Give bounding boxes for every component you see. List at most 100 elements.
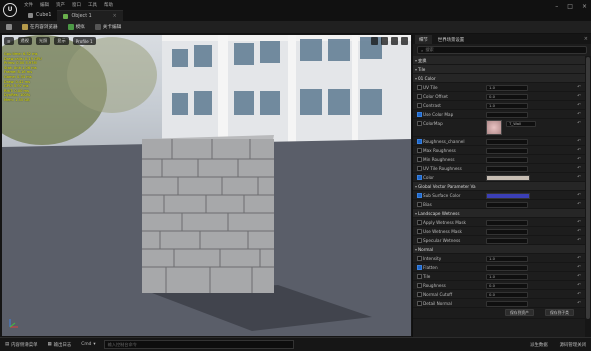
profile-button[interactable]: Profile 1 [72,37,96,45]
simulate-button[interactable]: 模拟 [66,23,87,32]
property-value-field[interactable] [486,156,528,163]
reset-icon[interactable]: ↶ [577,137,581,146]
menu-tools[interactable]: 工具 [88,2,97,9]
details-category[interactable]: ▾ 01 Color [413,74,585,83]
override-checkbox[interactable] [417,238,422,243]
save-to-asset-button[interactable]: 保存到资产 [505,309,534,316]
tab-cube[interactable]: Cube1 [22,10,57,21]
menu-edit[interactable]: 编辑 [40,2,49,9]
reset-icon[interactable]: ↶ [577,173,581,182]
reset-icon[interactable]: ↶ [577,200,581,209]
move-icon[interactable] [381,37,388,45]
close-window-icon[interactable]: × [582,3,587,10]
chevron-down-icon[interactable]: ▾ [415,74,417,83]
override-checkbox[interactable] [417,301,422,306]
override-checkbox[interactable] [417,193,422,198]
reset-icon[interactable]: ↶ [577,254,581,263]
chevron-down-icon[interactable]: ▾ [415,56,417,65]
tab-object[interactable]: Object 1 × [57,10,123,21]
property-value-field[interactable] [486,138,528,145]
perspective-button[interactable]: 透视 [17,37,32,45]
reset-icon[interactable]: ↶ [577,119,581,128]
save-button[interactable] [4,23,14,32]
details-search-input[interactable]: ⌕ 搜索 [417,46,587,54]
property-value-field[interactable] [486,264,528,271]
property-value-field[interactable] [486,165,528,172]
property-value-field[interactable]: 1.0 [486,102,528,109]
property-value-field[interactable] [486,201,528,208]
override-checkbox[interactable] [417,220,422,225]
override-checkbox[interactable] [417,94,422,99]
property-value-field[interactable]: 0.0 [486,291,528,298]
viewport[interactable]: ≡ 透视 光照 显示 Profile 1 Gpu time: 6.32 ms D… [2,35,411,336]
property-value-field[interactable] [486,111,528,118]
reset-icon[interactable]: ↶ [577,281,581,290]
menu-file[interactable]: 文件 [24,2,33,9]
override-checkbox[interactable] [417,202,422,207]
override-checkbox[interactable] [417,103,422,108]
scale-icon[interactable] [401,37,408,45]
details-scrollbar-thumb[interactable] [586,57,590,319]
close-icon[interactable]: × [584,36,588,42]
override-checkbox[interactable] [417,229,422,234]
menu-help[interactable]: 帮助 [104,2,113,9]
reset-icon[interactable]: ↶ [577,83,581,92]
details-category[interactable]: ▾ Landscape Wetness [413,209,585,218]
maximize-icon[interactable]: □ [567,3,573,10]
override-checkbox[interactable] [417,265,422,270]
override-checkbox[interactable] [417,85,422,90]
chevron-down-icon[interactable]: ▾ [415,65,417,74]
show-button[interactable]: 显示 [54,37,69,45]
override-checkbox[interactable] [417,148,422,153]
source-control-button[interactable]: 源码管理关闭 [558,340,588,349]
color-swatch[interactable] [486,192,530,199]
property-value-field[interactable]: 1.0 [486,273,528,280]
derived-data-button[interactable]: 派生数据 [528,340,550,349]
reset-icon[interactable]: ↶ [577,164,581,173]
reset-icon[interactable]: ↶ [577,155,581,164]
output-log-button[interactable]: ▦ 输出日志 [46,340,74,349]
chevron-down-icon[interactable]: ▾ [415,182,417,191]
property-value-field[interactable]: 0.0 [486,93,528,100]
rotate-icon[interactable] [391,37,398,45]
save-to-child-button[interactable]: 保存到子类 [545,309,574,316]
reset-icon[interactable]: ↶ [577,191,581,200]
property-value-field[interactable]: 0.0 [486,282,528,289]
menu-window[interactable]: 窗口 [72,2,81,9]
property-value-field[interactable] [486,228,528,235]
reset-icon[interactable]: ↶ [577,290,581,299]
override-checkbox[interactable] [417,139,422,144]
texture-asset-picker[interactable]: T_Wall [506,120,536,127]
console-input[interactable]: 输入控制台命令 [103,340,294,349]
cmd-dropdown[interactable]: Cmd ▾ [79,340,97,349]
select-icon[interactable] [371,37,378,45]
details-category[interactable]: ▾ Global Vector Parameter Va [413,182,585,191]
property-value-field[interactable]: 1.0 [486,255,528,262]
property-value-field[interactable]: 1.0 [486,84,528,91]
details-category[interactable]: ▾ Normal [413,245,585,254]
viewport-options-button[interactable]: ≡ [4,37,14,45]
property-value-field[interactable] [486,219,528,226]
details-category[interactable]: ▾ Tile [413,65,585,74]
unreal-logo-icon[interactable]: U [3,3,17,17]
tab-world-settings[interactable]: 世界场景设置 [434,35,468,44]
reset-icon[interactable]: ↶ [577,101,581,110]
override-checkbox[interactable] [417,256,422,261]
reset-icon[interactable]: ↶ [577,299,581,308]
color-swatch[interactable] [486,174,530,181]
override-checkbox[interactable] [417,283,422,288]
menu-asset[interactable]: 资产 [56,2,65,9]
texture-thumbnail[interactable] [486,120,502,135]
reset-icon[interactable]: ↶ [577,263,581,272]
chevron-down-icon[interactable]: ▾ [415,245,417,254]
details-category[interactable]: ▾ 变换 [413,56,585,65]
override-checkbox[interactable] [417,292,422,297]
browse-button[interactable]: 在内容浏览器 [20,23,60,32]
reset-icon[interactable]: ↶ [577,236,581,245]
override-checkbox[interactable] [417,157,422,162]
close-icon[interactable]: × [113,14,117,19]
reset-icon[interactable]: ↶ [577,110,581,119]
content-drawer-button[interactable]: ▤ 内容侧滑菜单 [3,340,40,349]
property-value-field[interactable] [486,300,528,307]
chevron-down-icon[interactable]: ▾ [415,209,417,218]
